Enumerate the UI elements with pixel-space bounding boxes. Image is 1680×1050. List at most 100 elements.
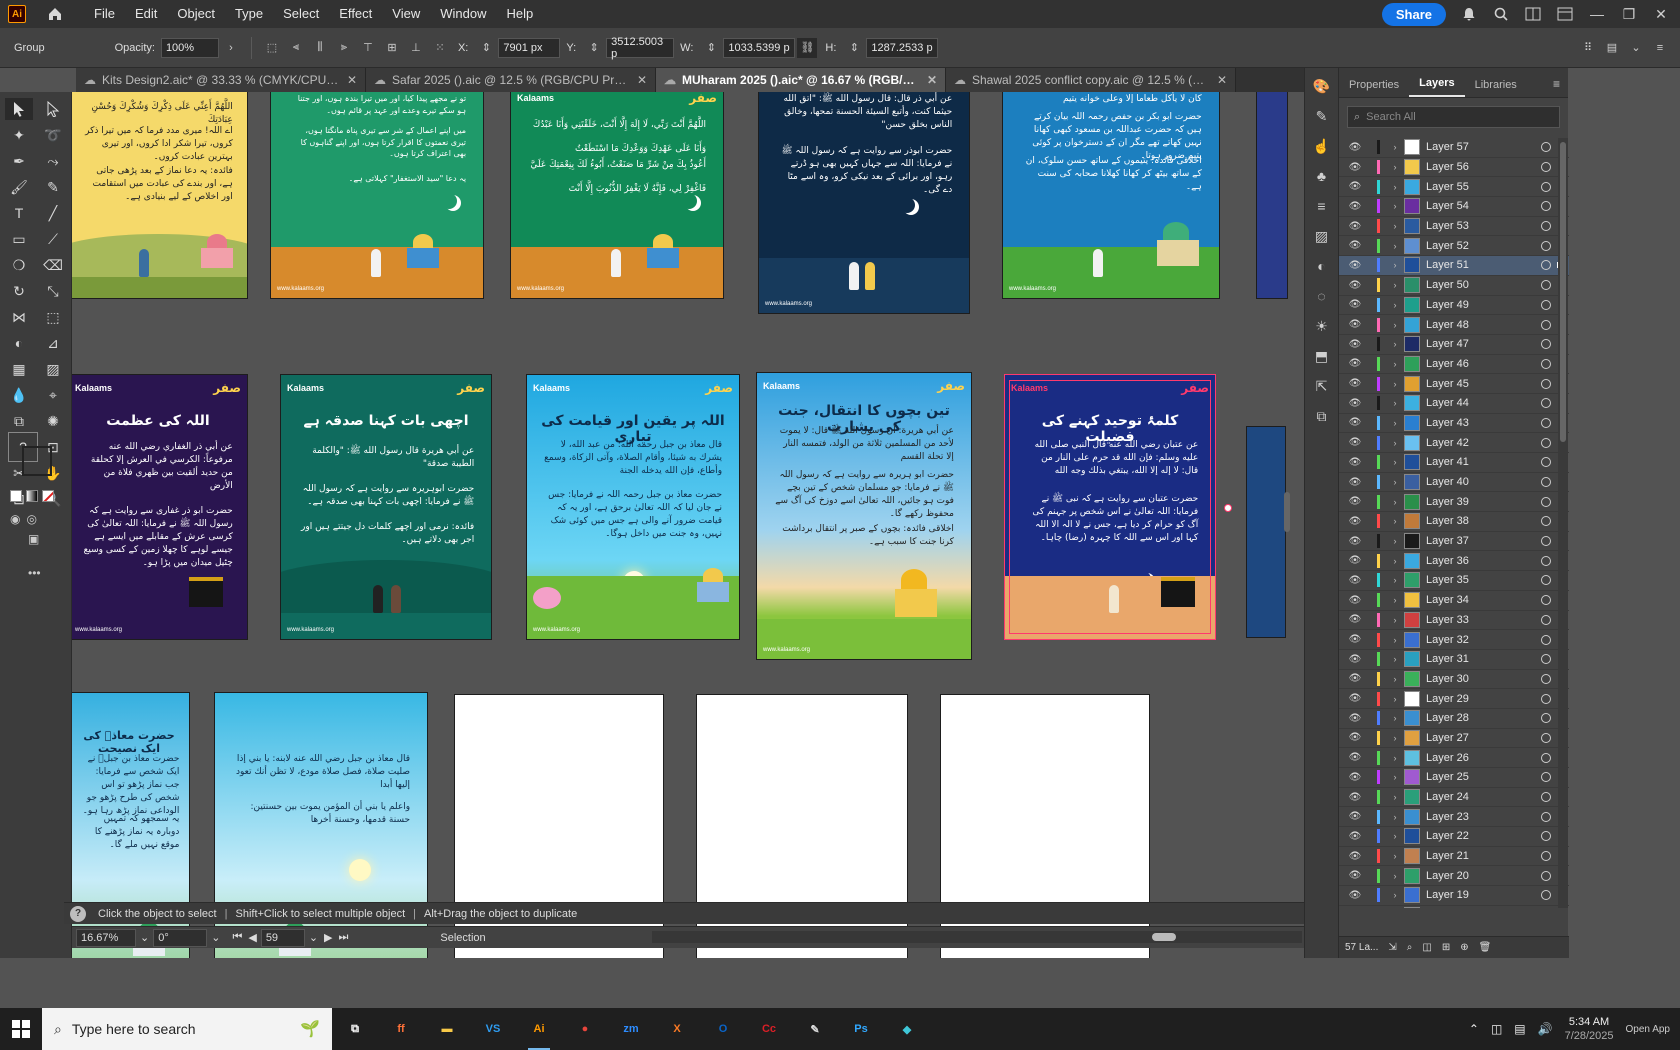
artboard[interactable]: Kalaams صفر تین بچوں کا انتقال، جنت کی ب… xyxy=(756,372,972,660)
menu-file[interactable]: File xyxy=(84,0,125,28)
appearance-icon[interactable]: ◌ xyxy=(1310,284,1334,308)
layer-row[interactable]: 👁 › Layer 35 xyxy=(1339,571,1569,591)
curvature-tool-icon[interactable]: ⤳ xyxy=(39,150,67,172)
layer-name[interactable]: Layer 24 xyxy=(1426,791,1541,803)
layer-name[interactable]: Layer 35 xyxy=(1426,574,1541,586)
taskbar-app-task-view[interactable]: ⧉ xyxy=(332,1008,378,1050)
y-field[interactable]: 3512.5003 p xyxy=(606,36,675,60)
expand-arrow-icon[interactable]: › xyxy=(1388,221,1402,231)
layer-row[interactable]: 👁 › Layer 24 xyxy=(1339,788,1569,808)
tab-muharam-2025[interactable]: ☁ MUharam 2025 ().aic* @ 16.67 % (RGB/CP… xyxy=(656,68,946,92)
artboard-selected[interactable]: Kalaams صفر کلمۂ توحید کہنے کی فضیلت عن … xyxy=(1004,374,1216,640)
layer-name[interactable]: Layer 54 xyxy=(1426,200,1541,212)
taskbar-app-xampp[interactable]: X xyxy=(654,1008,700,1050)
layer-target-icon[interactable] xyxy=(1541,536,1551,547)
eye-icon[interactable]: 👁 xyxy=(1345,398,1365,409)
layer-row[interactable]: 👁 › Layer 23 xyxy=(1339,807,1569,828)
artboard[interactable]: Kalaams صفر اللہ کی عظمت عن أبي ذر الغفا… xyxy=(72,374,248,640)
eye-icon[interactable]: 👁 xyxy=(1345,654,1365,665)
layer-target-icon[interactable] xyxy=(1541,142,1551,153)
layer-name[interactable]: Layer 52 xyxy=(1426,240,1541,252)
opacity-menu-chevron-icon[interactable]: › xyxy=(221,38,241,58)
layer-target-icon[interactable] xyxy=(1541,437,1551,448)
create-new-layer-icon[interactable]: ⊕ xyxy=(1460,942,1468,953)
layer-name[interactable]: Layer 34 xyxy=(1426,594,1541,606)
eye-icon[interactable]: 👁 xyxy=(1345,280,1365,291)
expand-arrow-icon[interactable]: › xyxy=(1388,162,1402,172)
selection-tool-icon[interactable] xyxy=(5,98,33,120)
menu-view[interactable]: View xyxy=(382,0,430,28)
type-tool-icon[interactable]: T xyxy=(5,202,33,224)
layer-target-icon[interactable] xyxy=(1541,477,1551,488)
layer-target-icon[interactable] xyxy=(1541,260,1551,271)
layer-name[interactable]: Layer 48 xyxy=(1426,319,1541,331)
expand-arrow-icon[interactable]: › xyxy=(1388,674,1402,684)
layer-name[interactable]: Layer 47 xyxy=(1426,338,1541,350)
expand-arrow-icon[interactable]: › xyxy=(1388,280,1402,290)
eye-icon[interactable]: 👁 xyxy=(1345,595,1365,606)
tray-chevron-icon[interactable]: ⌃ xyxy=(1469,1022,1479,1036)
w-field[interactable]: 1033.5399 p xyxy=(723,37,796,58)
layer-name[interactable]: Layer 41 xyxy=(1426,456,1541,468)
expand-arrow-icon[interactable]: › xyxy=(1388,477,1402,487)
expand-arrow-icon[interactable]: › xyxy=(1388,260,1402,270)
expand-arrow-icon[interactable]: › xyxy=(1388,457,1402,467)
layer-row[interactable]: 👁 › Layer 20 xyxy=(1339,866,1569,887)
taskbar-app-creative-cloud[interactable]: Cc xyxy=(746,1008,792,1050)
expand-arrow-icon[interactable]: › xyxy=(1388,733,1402,743)
layer-name[interactable]: Layer 45 xyxy=(1426,378,1541,390)
magic-wand-tool-icon[interactable]: ✦ xyxy=(5,124,33,146)
layer-target-icon[interactable] xyxy=(1541,299,1551,310)
eye-icon[interactable]: 👁 xyxy=(1345,162,1365,173)
artboard[interactable]: صفر Kalaams اللَّهُمَّ أَنْتَ رَبِّي، لَ… xyxy=(510,92,724,299)
make-clipping-mask-icon[interactable]: ◫ xyxy=(1422,942,1431,953)
layer-row[interactable]: 👁 › Layer 42 xyxy=(1339,433,1569,453)
eye-icon[interactable]: 👁 xyxy=(1345,181,1365,192)
eye-icon[interactable]: 👁 xyxy=(1345,752,1365,763)
scrollbar-thumb[interactable] xyxy=(1560,142,1566,442)
draw-behind-icon[interactable]: ◎ xyxy=(26,512,36,526)
expand-arrow-icon[interactable]: › xyxy=(1388,438,1402,448)
eye-icon[interactable]: 👁 xyxy=(1345,673,1365,684)
layer-name[interactable]: Layer 31 xyxy=(1426,653,1541,665)
eye-icon[interactable]: 👁 xyxy=(1345,831,1365,842)
artboard[interactable]: Kalaams صفر اچھی بات کہنا صدقہ ہے عن أبي… xyxy=(280,374,492,640)
layer-row[interactable]: 👁 › Layer 22 xyxy=(1339,827,1569,847)
tab-kits-design[interactable]: ☁ Kits Design2.aic* @ 33.33 % (CMYK/CPU … xyxy=(76,68,366,92)
layer-name[interactable]: Layer 40 xyxy=(1426,476,1541,488)
menu-select[interactable]: Select xyxy=(273,0,329,28)
artboard-partial[interactable] xyxy=(1256,92,1288,299)
line-segment-tool-icon[interactable]: ╱ xyxy=(39,202,67,224)
layer-name[interactable]: Layer 56 xyxy=(1426,161,1541,173)
eye-icon[interactable]: 👁 xyxy=(1345,851,1365,862)
close-window-icon[interactable]: ✕ xyxy=(1652,5,1670,23)
hamburger-menu-icon[interactable]: ≡ xyxy=(1650,38,1670,58)
status-mode-label[interactable]: Selection xyxy=(440,932,485,944)
layer-row[interactable]: 👁 › Layer 25 xyxy=(1339,768,1569,788)
graphic-styles-icon[interactable]: ☀ xyxy=(1310,314,1334,338)
layer-row[interactable]: 👁›Layer 18 xyxy=(1339,906,1569,908)
align-top-icon[interactable]: ⊤ xyxy=(358,38,378,58)
layer-name[interactable]: Layer 26 xyxy=(1426,752,1541,764)
taskbar-app-chrome[interactable]: ● xyxy=(562,1008,608,1050)
locate-object-icon[interactable]: ⌕ xyxy=(1407,942,1413,953)
last-artboard-icon[interactable]: ⏭ xyxy=(339,931,349,944)
layer-target-icon[interactable] xyxy=(1541,575,1551,586)
expand-arrow-icon[interactable]: › xyxy=(1388,792,1402,802)
rotation-dropdown-icon[interactable]: ⌄ xyxy=(211,931,220,944)
menu-edit[interactable]: Edit xyxy=(125,0,167,28)
gradient-tool-icon[interactable]: ▨ xyxy=(39,358,67,380)
zoom-dropdown-icon[interactable]: ⌄ xyxy=(140,931,149,944)
layer-name[interactable]: Layer 50 xyxy=(1426,279,1541,291)
eye-icon[interactable]: 👁 xyxy=(1345,516,1365,527)
taskbar-app-pen-tool[interactable]: ✎ xyxy=(792,1008,838,1050)
expand-arrow-icon[interactable]: › xyxy=(1388,536,1402,546)
arrange-icon[interactable]: ⠿ xyxy=(1578,38,1598,58)
layer-row[interactable]: 👁 › Layer 52 xyxy=(1339,236,1569,257)
expand-arrow-icon[interactable]: › xyxy=(1388,418,1402,428)
layer-row[interactable]: 👁 › Layer 53 xyxy=(1339,217,1569,237)
taskbar-app-photoshop[interactable]: Ps xyxy=(838,1008,884,1050)
paintbrush-tool-icon[interactable]: 🖌 xyxy=(5,176,33,198)
eye-icon[interactable]: 👁 xyxy=(1345,614,1365,625)
perspective-grid-tool-icon[interactable]: ⊿ xyxy=(39,332,67,354)
